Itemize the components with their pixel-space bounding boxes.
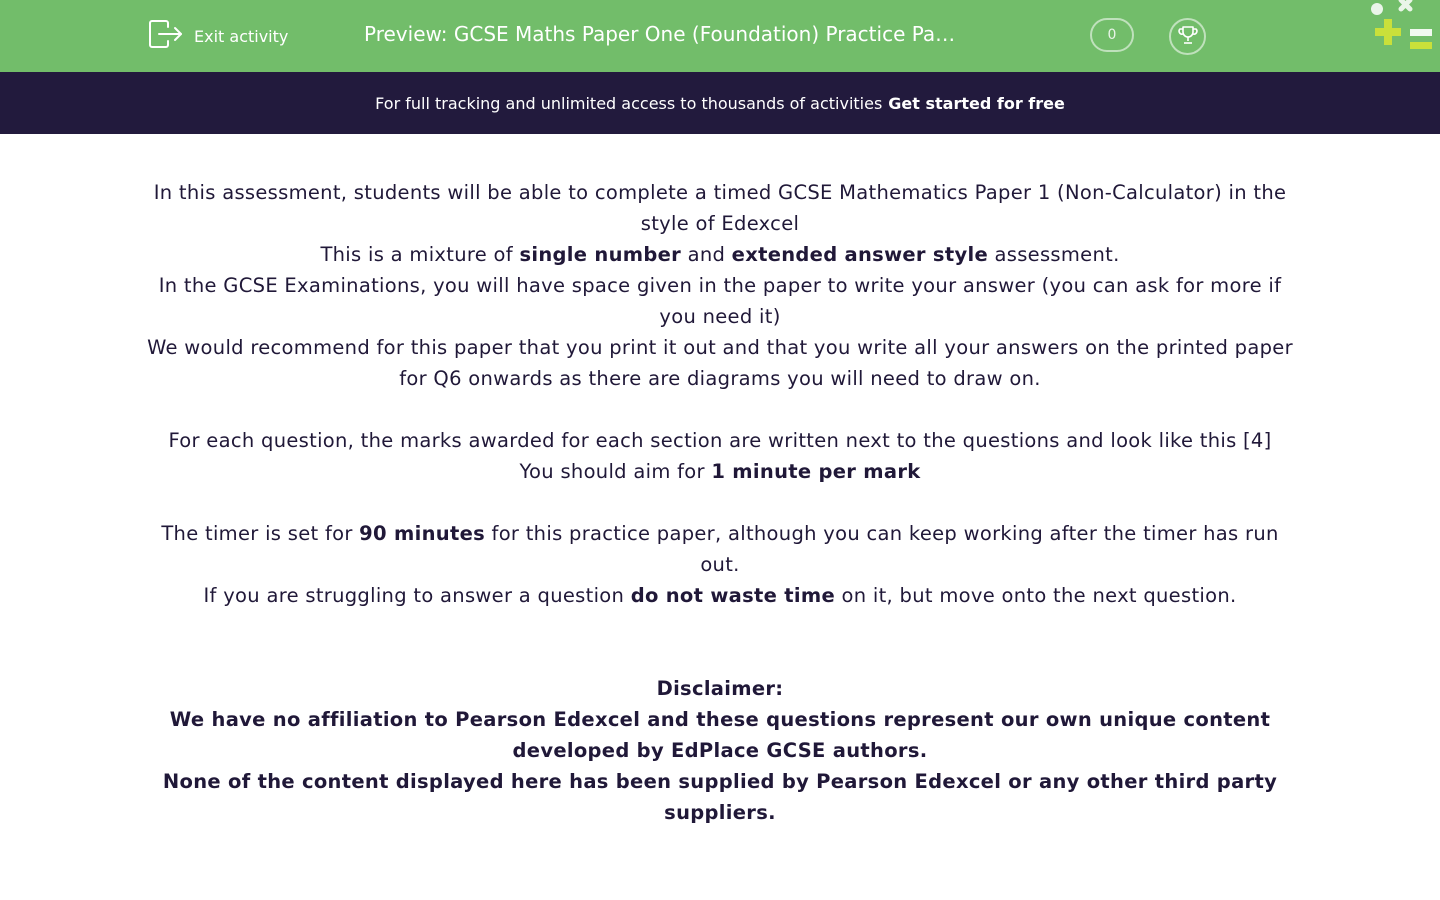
activity-title: Preview: GCSE Maths Paper One (Foundatio… bbox=[364, 22, 956, 46]
trophy-icon bbox=[1177, 24, 1199, 50]
marks-paragraph: For each question, the marks awarded for… bbox=[168, 429, 1272, 452]
activity-intro: In this assessment, students will be abl… bbox=[140, 177, 1300, 828]
disclaimer-heading: Disclaimer: bbox=[656, 677, 784, 700]
get-started-link[interactable]: Get started for free bbox=[888, 94, 1065, 113]
exit-activity-label: Exit activity bbox=[194, 26, 289, 46]
bold-text: extended answer style bbox=[731, 243, 988, 266]
intro-paragraph: In the GCSE Examinations, you will have … bbox=[158, 274, 1282, 328]
text-span: This is a mixture of bbox=[320, 243, 520, 266]
intro-paragraph: In this assessment, students will be abl… bbox=[153, 181, 1287, 235]
marks-paragraph: You should aim for 1 minute per mark bbox=[140, 456, 1300, 487]
top-bar: Exit activity Preview: GCSE Maths Paper … bbox=[0, 0, 1440, 72]
edplace-logo bbox=[1368, 0, 1440, 56]
text-span: assessment. bbox=[987, 243, 1120, 266]
bold-text: 90 minutes bbox=[359, 522, 486, 545]
timer-paragraph: The timer is set for 90 minutes for this… bbox=[140, 518, 1300, 580]
exit-icon bbox=[148, 19, 184, 53]
intro-paragraph: We would recommend for this paper that y… bbox=[147, 336, 1293, 390]
bold-text: 1 minute per mark bbox=[711, 460, 921, 483]
exit-activity-button[interactable]: Exit activity bbox=[148, 19, 288, 53]
bold-text: do not waste time bbox=[630, 584, 835, 607]
bold-text: single number bbox=[519, 243, 682, 266]
trophy-button[interactable] bbox=[1169, 18, 1206, 55]
banner-text: For full tracking and unlimited access t… bbox=[375, 93, 883, 113]
text-span: The timer is set for bbox=[161, 522, 360, 545]
text-span: on it, but move onto the next question. bbox=[835, 584, 1237, 607]
timer-paragraph: If you are struggling to answer a questi… bbox=[140, 580, 1300, 611]
disclaimer-text: None of the content displayed here has b… bbox=[162, 770, 1278, 824]
text-span: for this practice paper, although you ca… bbox=[485, 522, 1279, 576]
intro-paragraph: This is a mixture of single number and e… bbox=[140, 239, 1300, 270]
text-span: and bbox=[681, 243, 732, 266]
upgrade-banner: For full tracking and unlimited access t… bbox=[0, 72, 1440, 134]
score-counter: 0 bbox=[1090, 18, 1134, 52]
text-span: If you are struggling to answer a questi… bbox=[203, 584, 631, 607]
text-span: You should aim for bbox=[519, 460, 712, 483]
disclaimer-text: We have no affiliation to Pearson Edexce… bbox=[169, 708, 1271, 762]
